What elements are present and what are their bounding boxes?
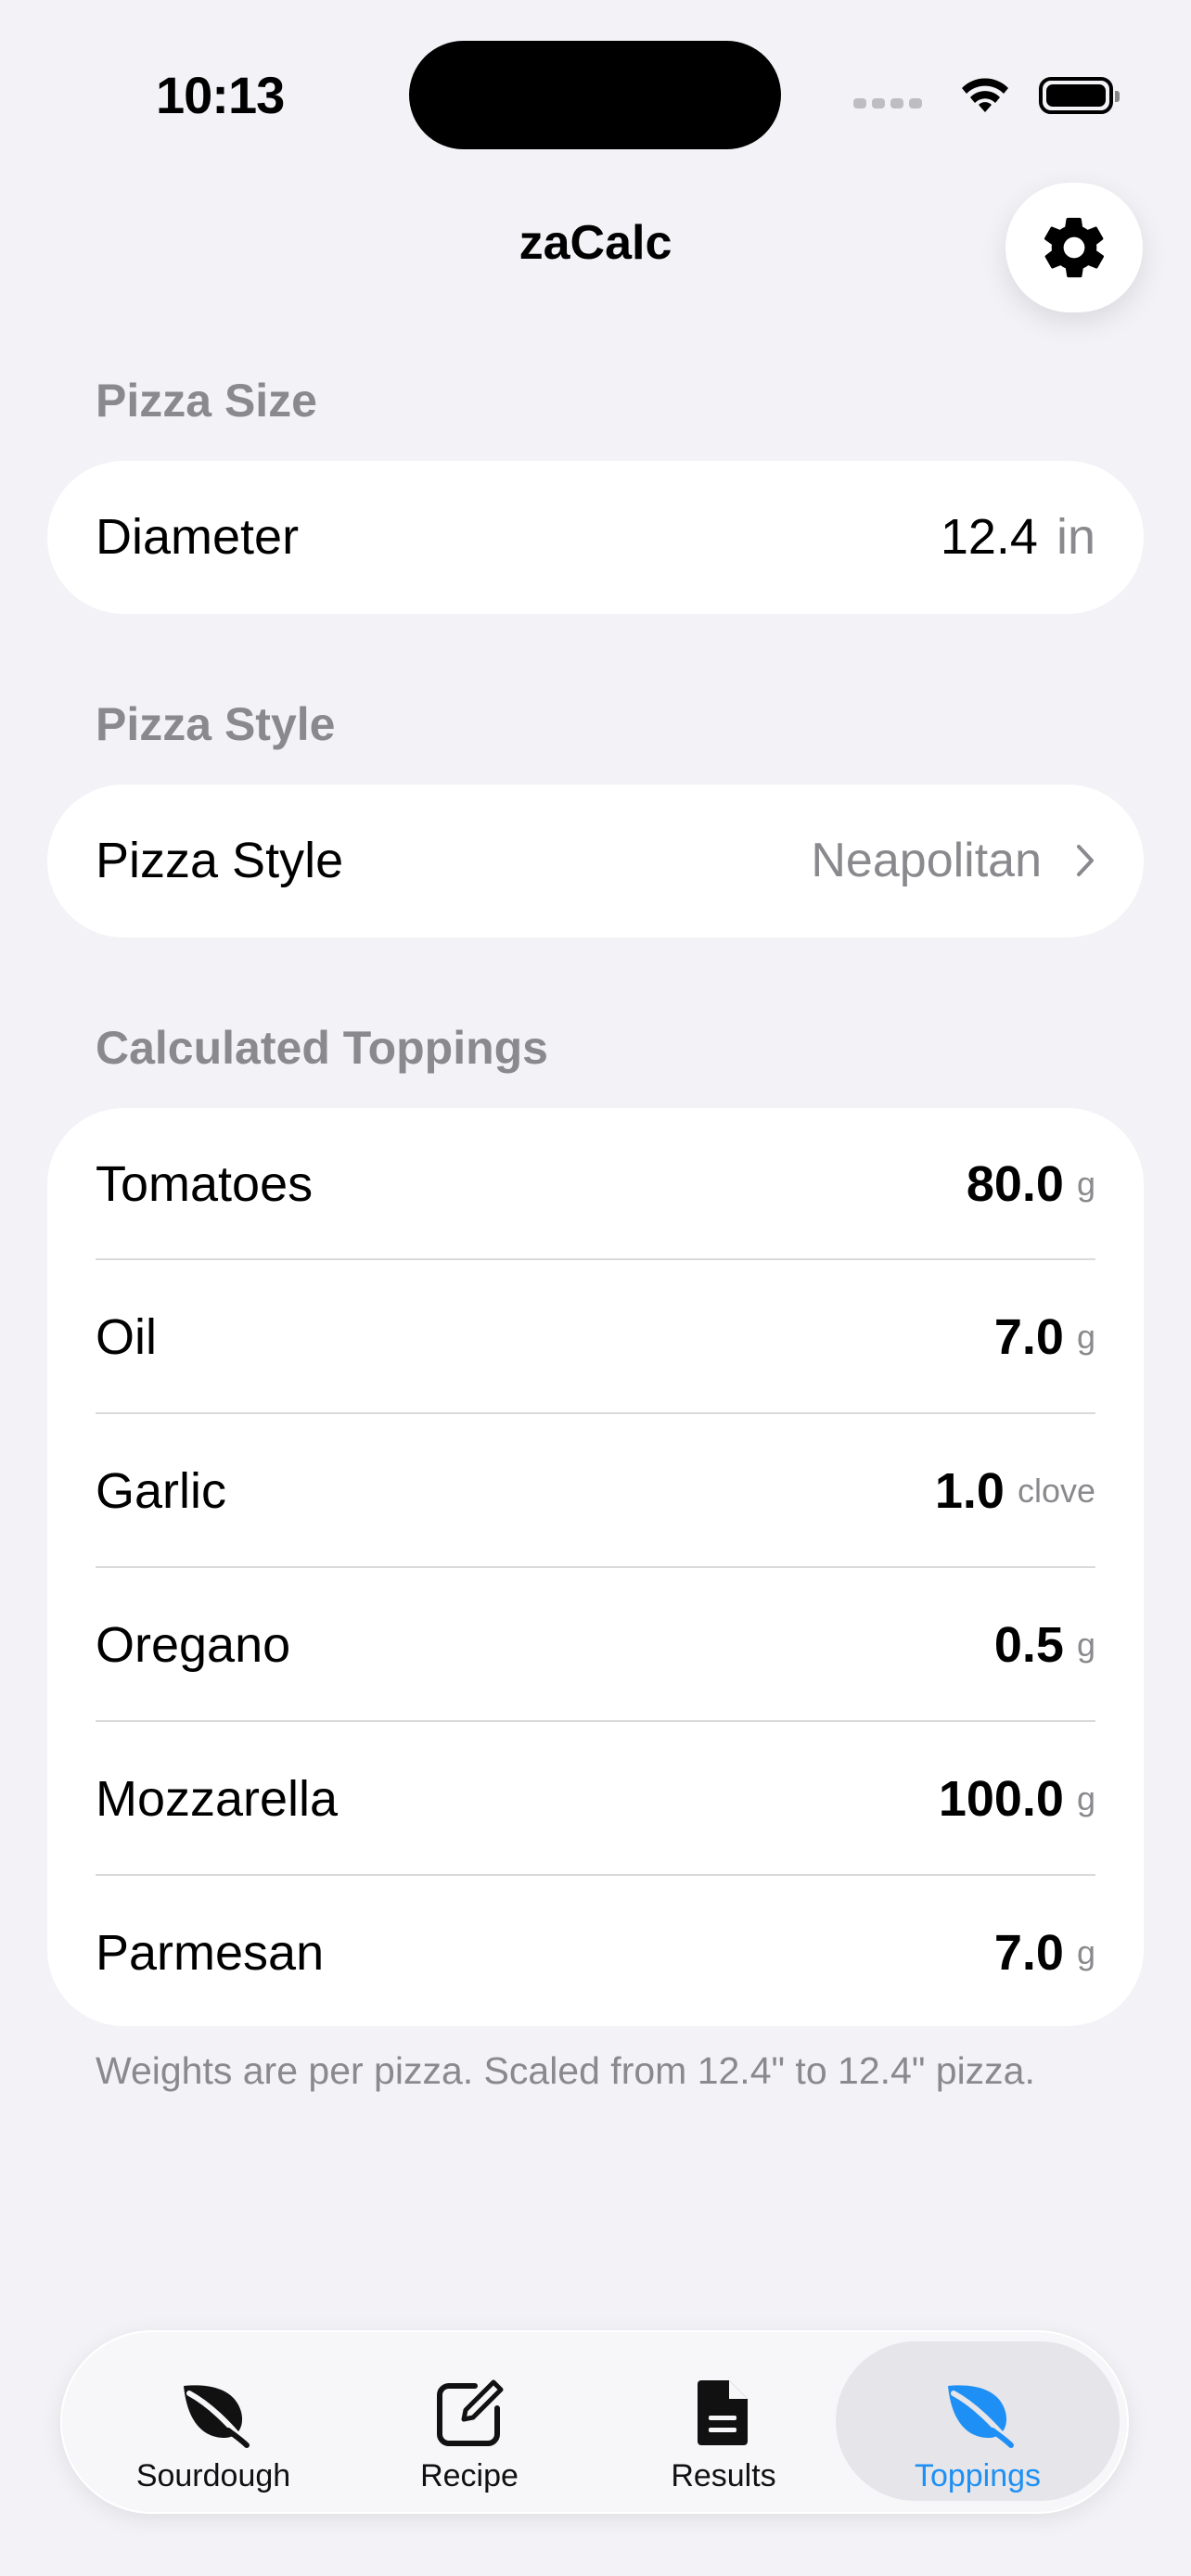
topping-name: Tomatoes [96, 1156, 314, 1212]
topping-unit: g [1076, 1165, 1095, 1203]
topping-amount: 7.0 [993, 1309, 1064, 1365]
battery-icon [1039, 77, 1120, 114]
topping-name: Oil [96, 1309, 157, 1365]
gear-icon [1044, 217, 1105, 278]
settings-button[interactable] [1005, 183, 1143, 312]
tab-label: Sourdough [135, 2458, 291, 2493]
diameter-unit: in [1056, 509, 1095, 565]
toppings-header: Calculated Toppings [96, 1022, 548, 1074]
topping-unit: g [1076, 1626, 1095, 1664]
tab-label: Results [671, 2458, 776, 2493]
pizza-size-header: Pizza Size [96, 375, 317, 427]
topping-row-tomatoes: Tomatoes 80.0 g [47, 1108, 1144, 1260]
tab-sourdough[interactable]: Sourdough [71, 2341, 355, 2501]
status-indicators [853, 74, 1120, 117]
cellular-signal-icon [853, 97, 922, 108]
square-pencil-icon [437, 2379, 504, 2446]
leaf-icon [184, 2385, 250, 2448]
topping-row-oil: Oil 7.0 g [47, 1260, 1144, 1414]
status-time: 10:13 [156, 66, 285, 124]
topping-unit: g [1076, 1779, 1095, 1817]
pizza-style-row[interactable]: Pizza Style Neapolitan [47, 784, 1144, 937]
topping-row-parmesan: Parmesan 7.0 g [47, 1876, 1144, 2026]
wifi-icon [962, 78, 1008, 112]
pizza-style-value: Neapolitan [811, 834, 1042, 887]
tab-results[interactable]: Results [582, 2341, 865, 2501]
tab-label: Recipe [420, 2458, 519, 2493]
chevron-right-icon [1077, 845, 1094, 876]
leaf-icon [948, 2385, 1014, 2448]
tab-bar: Sourdough Recipe Results Toppings [60, 2330, 1129, 2514]
topping-unit: g [1076, 1318, 1095, 1356]
topping-amount: 80.0 [966, 1156, 1064, 1212]
pizza-style-label: Pizza Style [96, 833, 344, 888]
topping-name: Parmesan [96, 1925, 325, 1981]
topping-unit: g [1076, 1933, 1095, 1971]
pizza-style-header: Pizza Style [96, 698, 336, 750]
tab-toppings[interactable]: Toppings [836, 2341, 1120, 2501]
topping-amount: 7.0 [993, 1925, 1064, 1981]
diameter-row[interactable]: Diameter 12.4 in [47, 461, 1144, 613]
diameter-value[interactable]: 12.4 [941, 508, 1038, 566]
topping-amount: 100.0 [938, 1771, 1064, 1827]
topping-amount: 0.5 [993, 1617, 1064, 1673]
diameter-label: Diameter [96, 509, 300, 565]
tab-label: Toppings [914, 2458, 1042, 2493]
topping-row-mozzarella: Mozzarella 100.0 g [47, 1722, 1144, 1876]
topping-name: Mozzarella [96, 1771, 339, 1827]
pizza-style-card: Pizza Style Neapolitan [47, 784, 1144, 937]
topping-row-oregano: Oregano 0.5 g [47, 1568, 1144, 1722]
document-icon [698, 2380, 748, 2445]
pizza-size-card: Diameter 12.4 in [47, 461, 1144, 614]
tab-recipe[interactable]: Recipe [327, 2341, 611, 2501]
dynamic-island [409, 41, 781, 149]
topping-row-garlic: Garlic 1.0 clove [47, 1414, 1144, 1568]
toppings-card: Tomatoes 80.0 g Oil 7.0 g Garlic 1.0 clo… [47, 1108, 1144, 2026]
topping-amount: 1.0 [934, 1463, 1005, 1519]
topping-name: Garlic [96, 1463, 227, 1519]
topping-name: Oregano [96, 1617, 291, 1673]
topping-unit: clove [1017, 1472, 1095, 1510]
toppings-footnote: Weights are per pizza. Scaled from 12.4"… [96, 2049, 1035, 2092]
app-screen: 10:13 zaCalc Pizza Size Diameter 12.4 in… [0, 0, 1191, 2576]
